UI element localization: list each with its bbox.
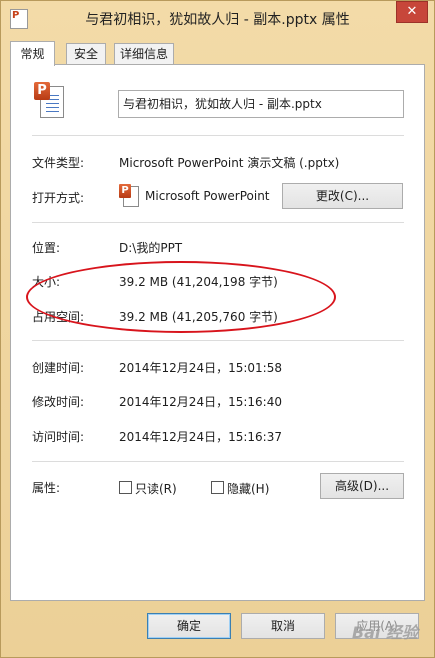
advanced-button[interactable]: 高级(D)... [320, 473, 404, 499]
readonly-label[interactable]: 只读(R) [135, 480, 177, 497]
attributes-label: 属性: [32, 481, 61, 495]
modified-label: 修改时间: [32, 395, 85, 409]
modified-value: 2014年12月24日，15:16:40 [119, 395, 282, 409]
filename-field[interactable]: 与君初相识，犹如故人归 - 副本.pptx [118, 90, 404, 118]
ok-button[interactable]: 确定 [147, 613, 231, 639]
powerpoint-app-icon: P [119, 184, 139, 207]
file-type-label: 文件类型: [32, 156, 85, 170]
general-panel: P 与君初相识，犹如故人归 - 副本.pptx 文件类型: Microsoft … [10, 64, 425, 601]
separator [32, 461, 404, 462]
separator [32, 340, 404, 341]
accessed-value: 2014年12月24日，15:16:37 [119, 430, 282, 444]
change-button[interactable]: 更改(C)... [282, 183, 403, 209]
separator [32, 222, 404, 223]
close-button[interactable]: ✕ [396, 1, 428, 23]
tab-details[interactable]: 详细信息 [114, 43, 174, 65]
readonly-checkbox[interactable] [119, 481, 132, 494]
file-type-value: Microsoft PowerPoint 演示文稿 (.pptx) [119, 156, 340, 170]
annotation-oval [26, 261, 336, 333]
properties-window: 与君初相识，犹如故人归 - 副本.pptx 属性 ✕ 常规 安全 详细信息 P … [0, 0, 435, 658]
watermark: Bai 经验 [351, 623, 418, 642]
location-value: D:\我的PPT [119, 241, 183, 255]
created-label: 创建时间: [32, 361, 85, 375]
separator [32, 135, 404, 136]
cancel-button[interactable]: 取消 [241, 613, 325, 639]
accessed-label: 访问时间: [32, 430, 85, 444]
created-value: 2014年12月24日，15:01:58 [119, 361, 282, 375]
tab-general[interactable]: 常规 [10, 41, 55, 66]
opens-with-label: 打开方式: [32, 191, 85, 205]
title-bar[interactable]: 与君初相识，犹如故人归 - 副本.pptx 属性 ✕ [1, 1, 434, 35]
window-title: 与君初相识，犹如故人归 - 副本.pptx 属性 [85, 12, 350, 28]
tab-security[interactable]: 安全 [66, 43, 106, 65]
opens-with-value: Microsoft PowerPoint [145, 189, 270, 203]
hidden-checkbox[interactable] [211, 481, 224, 494]
hidden-label[interactable]: 隐藏(H) [227, 480, 269, 497]
powerpoint-file-icon: P [34, 82, 64, 118]
location-label: 位置: [32, 241, 61, 255]
